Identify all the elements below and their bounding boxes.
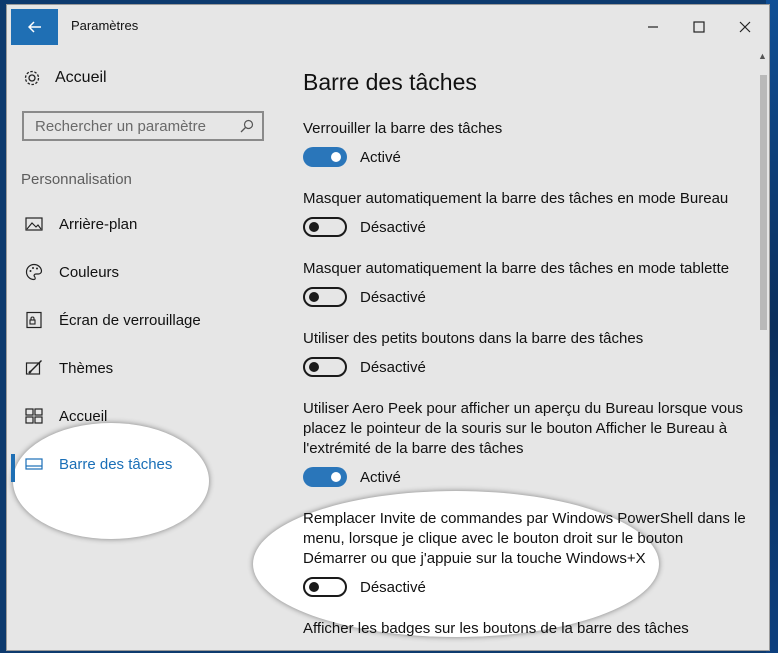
page-title: Barre des tâches bbox=[303, 69, 477, 95]
home-link[interactable]: Accueil bbox=[23, 69, 107, 87]
sidebar-item-label: Accueil bbox=[59, 407, 108, 425]
setting-label: Masquer automatiquement la barre des tâc… bbox=[303, 190, 729, 207]
toggle-switch[interactable] bbox=[303, 287, 347, 307]
close-icon bbox=[739, 21, 751, 33]
toggle-switch[interactable] bbox=[303, 147, 347, 167]
sidebar-item-label: Arrière-plan bbox=[59, 215, 138, 233]
sidebar-item-label: Thèmes bbox=[59, 359, 114, 377]
settings-window: Paramètres Accueil Rechercher un paramèt… bbox=[6, 4, 770, 651]
setting-autohide-desktop: Masquer automatiquement la barre des tâc… bbox=[303, 189, 749, 237]
setting-label: Utiliser des petits boutons dans la barr… bbox=[303, 330, 644, 347]
home-label: Accueil bbox=[55, 69, 107, 86]
lock-screen-icon bbox=[25, 311, 43, 329]
highlight-circle bbox=[13, 423, 209, 539]
start-icon bbox=[25, 407, 43, 425]
toggle-state: Désactivé bbox=[360, 578, 426, 596]
maximize-button[interactable] bbox=[679, 13, 719, 41]
toggle-switch[interactable] bbox=[303, 467, 347, 487]
scroll-thumb[interactable] bbox=[760, 75, 767, 330]
palette-icon bbox=[25, 263, 43, 281]
close-button[interactable] bbox=[725, 13, 765, 41]
setting-small-buttons: Utiliser des petits boutons dans la barr… bbox=[303, 329, 749, 377]
section-label: Personnalisation bbox=[21, 171, 132, 188]
sidebar-item-lock-screen[interactable]: Écran de verrouillage bbox=[25, 311, 201, 329]
setting-badges: Afficher les badges sur les boutons de l… bbox=[303, 619, 749, 639]
search-input[interactable]: Rechercher un paramètre bbox=[35, 118, 206, 135]
setting-lock-taskbar: Verrouiller la barre des tâches Activé bbox=[303, 119, 749, 167]
setting-label: Masquer automatiquement la barre des tâc… bbox=[303, 260, 730, 277]
minimize-button[interactable] bbox=[633, 13, 673, 41]
sidebar-item-taskbar[interactable]: Barre des tâches bbox=[25, 455, 172, 473]
themes-icon bbox=[25, 359, 43, 377]
minimize-icon bbox=[648, 26, 658, 28]
title-bar: Paramètres bbox=[7, 5, 769, 45]
toggle-state: Désactivé bbox=[360, 218, 426, 236]
sidebar-item-label: Écran de verrouillage bbox=[59, 311, 201, 329]
toggle-switch[interactable] bbox=[303, 577, 347, 597]
setting-label: Verrouiller la barre des tâches bbox=[303, 120, 503, 137]
sidebar-item-label: Couleurs bbox=[59, 263, 120, 281]
setting-powershell: Remplacer Invite de commandes par Window… bbox=[303, 509, 749, 597]
selected-indicator bbox=[11, 454, 15, 482]
sidebar-item-colors[interactable]: Couleurs bbox=[25, 263, 119, 281]
scrollbar[interactable]: ▲ bbox=[757, 45, 769, 650]
toggle-state: Désactivé bbox=[360, 288, 426, 306]
maximize-icon bbox=[693, 21, 705, 33]
toggle-state: Activé bbox=[360, 148, 401, 166]
toggle-state: Activé bbox=[360, 468, 401, 486]
sidebar-item-label: Barre des tâches bbox=[59, 455, 173, 473]
toggle-switch[interactable] bbox=[303, 357, 347, 377]
toggle-state: Désactivé bbox=[360, 358, 426, 376]
window-title: Paramètres bbox=[71, 18, 139, 33]
setting-aero-peek: Utiliser Aero Peek pour afficher un aper… bbox=[303, 399, 749, 487]
back-arrow-icon bbox=[27, 21, 41, 33]
sidebar-item-start[interactable]: Accueil bbox=[25, 407, 107, 425]
gear-icon bbox=[24, 70, 40, 86]
main-content: Barre des tâches Verrouiller la barre de… bbox=[253, 45, 749, 650]
sidebar-item-themes[interactable]: Thèmes bbox=[25, 359, 113, 377]
search-icon bbox=[240, 119, 254, 133]
scroll-up-icon[interactable]: ▲ bbox=[758, 51, 767, 61]
setting-label: Utiliser Aero Peek pour afficher un aper… bbox=[303, 400, 743, 457]
setting-label: Remplacer Invite de commandes par Window… bbox=[303, 510, 746, 567]
toggle-switch[interactable] bbox=[303, 217, 347, 237]
setting-label: Afficher les badges sur les boutons de l… bbox=[303, 620, 689, 637]
search-box[interactable]: Rechercher un paramètre bbox=[22, 111, 264, 141]
back-button[interactable] bbox=[11, 9, 58, 45]
sidebar-item-background[interactable]: Arrière-plan bbox=[25, 215, 137, 233]
setting-autohide-tablet: Masquer automatiquement la barre des tâc… bbox=[303, 259, 749, 307]
sidebar: Accueil Rechercher un paramètre Personna… bbox=[7, 45, 283, 650]
taskbar-icon bbox=[25, 455, 43, 473]
image-icon bbox=[25, 215, 43, 233]
